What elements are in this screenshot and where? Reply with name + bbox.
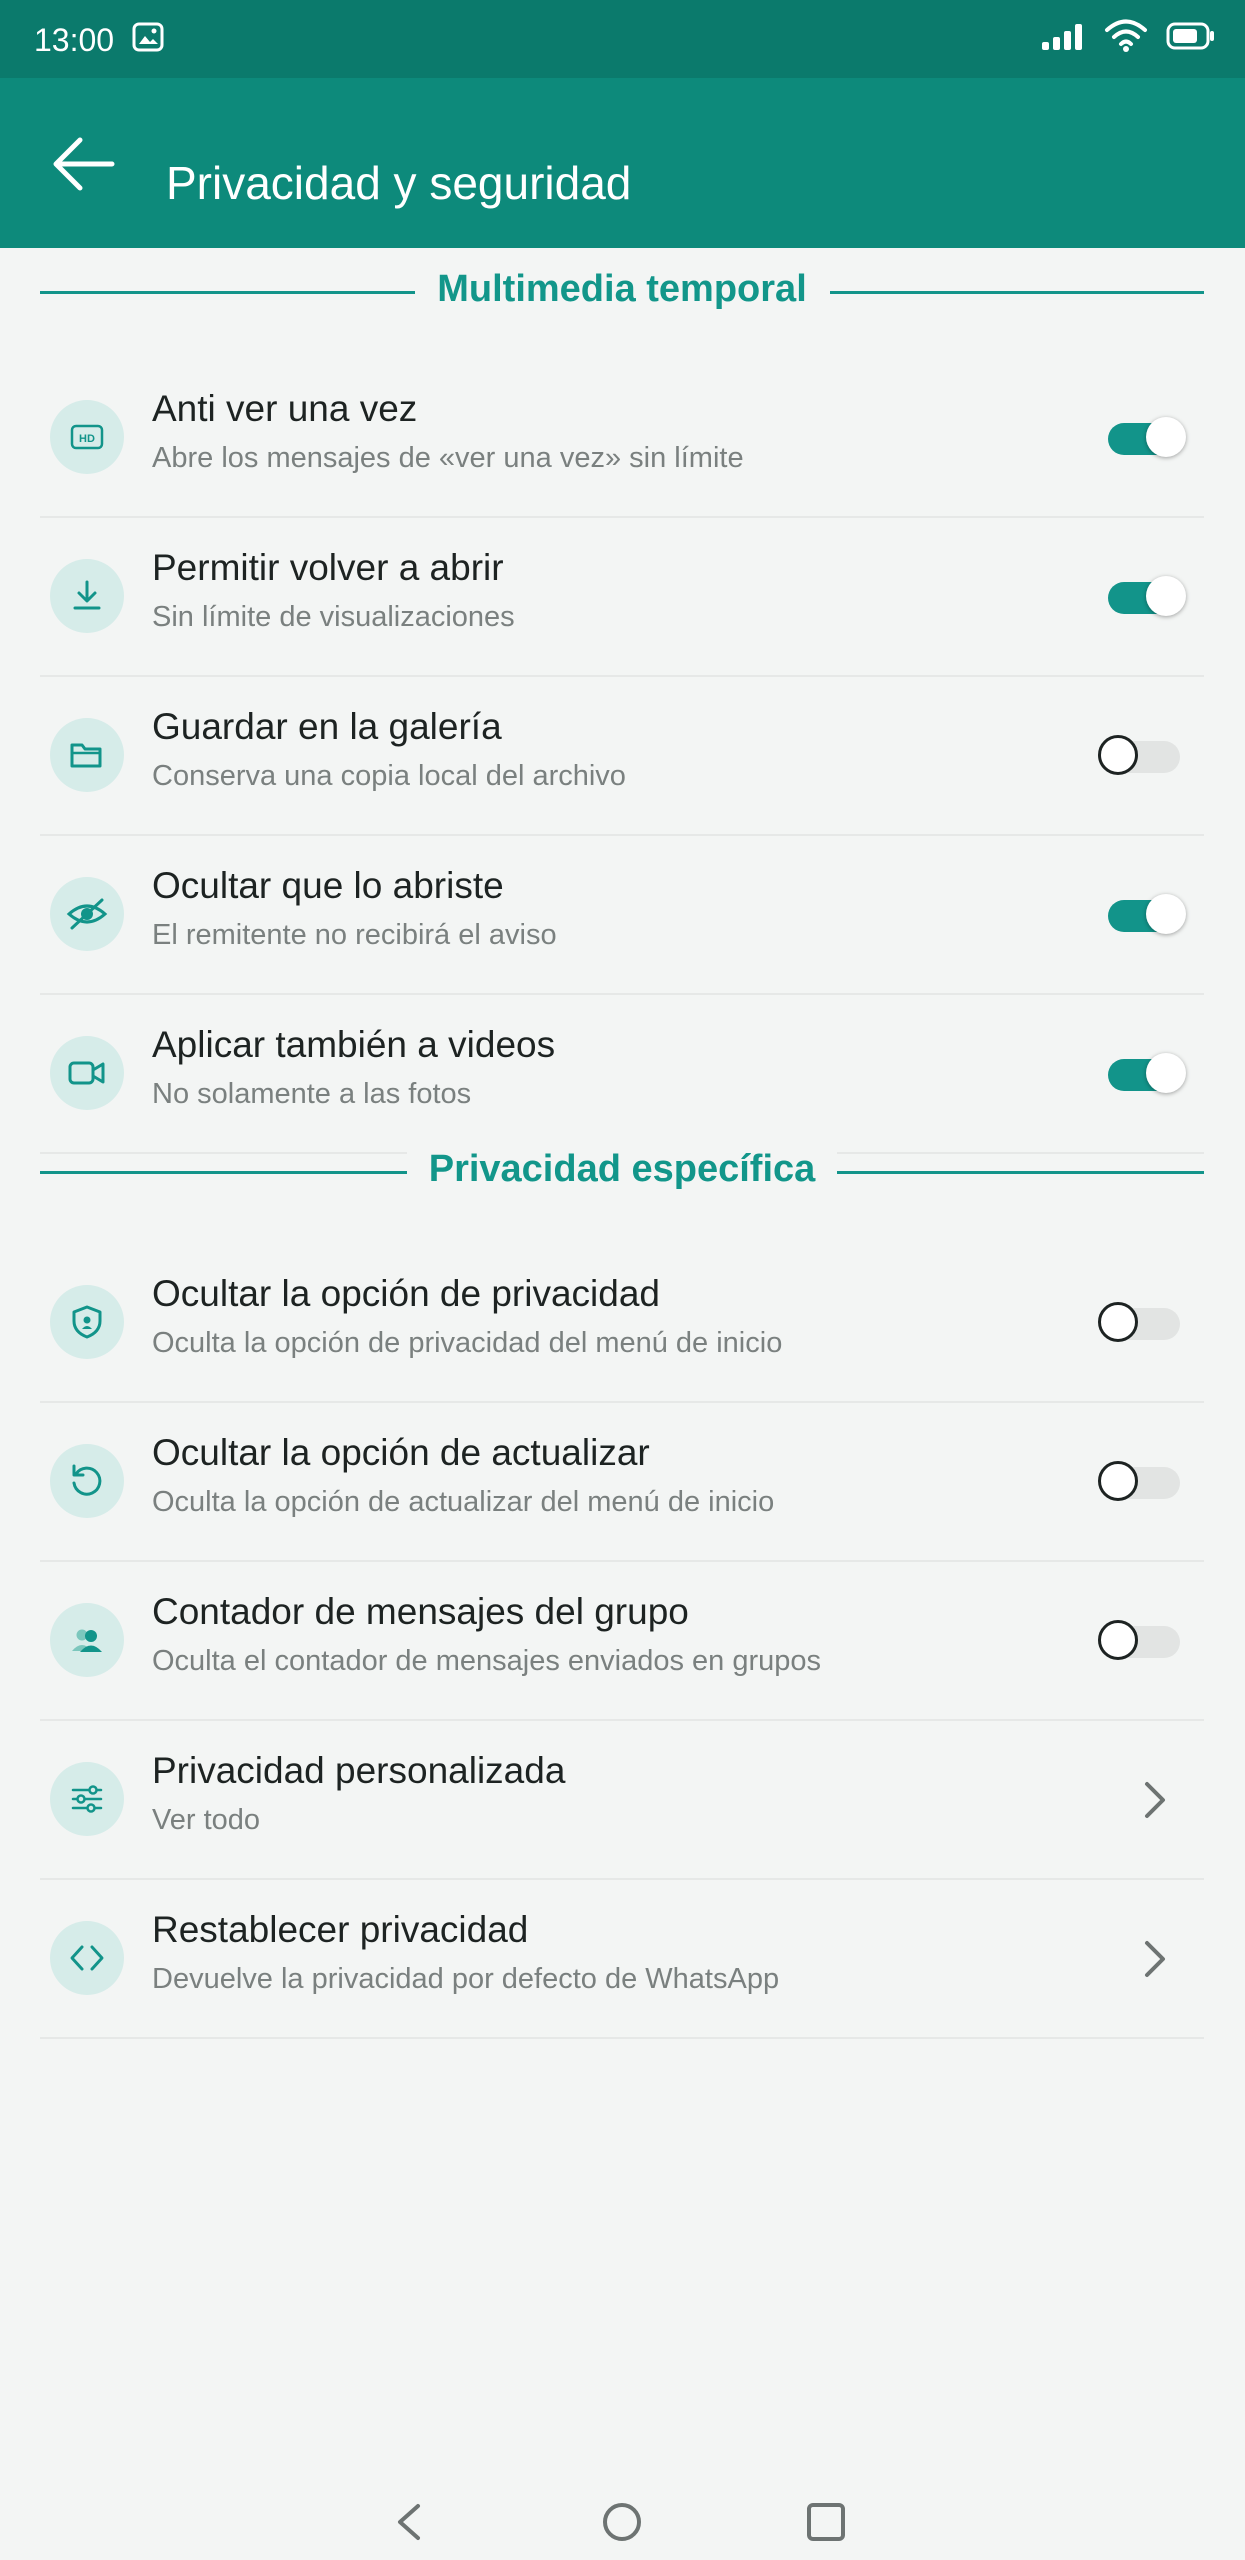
setting-row-save-gallery[interactable]: Guardar en la galería Conserva una copia… bbox=[40, 676, 1204, 836]
app-bar: Privacidad y seguridad bbox=[0, 78, 1245, 248]
setting-row-hide-update-option[interactable]: Ocultar la opción de actualizar Oculta l… bbox=[40, 1402, 1204, 1562]
shield-icon bbox=[50, 1285, 124, 1359]
save-gallery-toggle[interactable] bbox=[1098, 735, 1188, 776]
status-time: 13:00 bbox=[34, 22, 115, 58]
page-title: Privacidad y seguridad bbox=[166, 157, 632, 209]
refresh-icon bbox=[50, 1444, 124, 1518]
svg-text:HD: HD bbox=[79, 433, 95, 445]
setting-row-allow-reopen[interactable]: Permitir volver a abrir Sin límite de vi… bbox=[40, 517, 1204, 677]
group-icon bbox=[50, 1603, 124, 1677]
setting-title: Contador de mensajes del grupo bbox=[152, 1591, 689, 1632]
nav-recents-icon[interactable] bbox=[804, 2500, 848, 2544]
setting-subtitle: No solamente a las fotos bbox=[152, 1078, 472, 1110]
setting-row-hide-opened[interactable]: Ocultar que lo abriste El remitente no r… bbox=[40, 835, 1204, 995]
section-title: Multimedia temporal bbox=[415, 268, 829, 310]
section-header-especifica: Privacidad específica bbox=[40, 1142, 1204, 1202]
image-notification-icon bbox=[132, 22, 164, 52]
setting-subtitle: Ver todo bbox=[152, 1804, 261, 1836]
section-header-temporal: Multimedia temporal bbox=[40, 262, 1204, 322]
anti-view-once-toggle[interactable] bbox=[1102, 417, 1188, 458]
setting-subtitle: Oculta el contador de mensajes enviados … bbox=[152, 1645, 822, 1677]
nav-home-icon[interactable] bbox=[600, 2500, 644, 2544]
setting-title: Anti ver una vez bbox=[152, 388, 418, 429]
setting-title: Permitir volver a abrir bbox=[152, 547, 504, 588]
code-icon bbox=[50, 1921, 124, 1995]
setting-title: Aplicar también a videos bbox=[152, 1024, 556, 1065]
wifi-icon bbox=[1105, 19, 1147, 52]
setting-title: Ocultar la opción de actualizar bbox=[152, 1432, 650, 1473]
chevron-right-icon bbox=[1145, 1941, 1165, 1977]
setting-title: Ocultar que lo abriste bbox=[152, 865, 504, 906]
setting-subtitle: Conserva una copia local del archivo bbox=[152, 760, 626, 792]
apply-videos-toggle[interactable] bbox=[1102, 1053, 1188, 1094]
chevron-right-icon bbox=[1145, 1782, 1165, 1818]
sliders-icon bbox=[50, 1762, 124, 1836]
setting-subtitle: El remitente no recibirá el aviso bbox=[152, 919, 557, 951]
setting-row-hide-privacy-option[interactable]: Ocultar la opción de privacidad Oculta l… bbox=[40, 1243, 1204, 1403]
setting-subtitle: Oculta la opción de privacidad del menú … bbox=[152, 1327, 783, 1359]
setting-row-apply-videos[interactable]: Aplicar también a videos No solamente a … bbox=[40, 994, 1204, 1154]
setting-title: Guardar en la galería bbox=[152, 706, 502, 747]
battery-icon bbox=[1166, 22, 1214, 50]
setting-subtitle: Oculta la opción de actualizar del menú … bbox=[152, 1486, 775, 1518]
setting-title: Privacidad personalizada bbox=[152, 1750, 566, 1791]
group-counter-toggle[interactable] bbox=[1098, 1620, 1188, 1661]
status-bar: 13:00 bbox=[0, 0, 1245, 78]
setting-row-anti-view-once[interactable]: HD Anti ver una vez Abre los mensajes de… bbox=[40, 358, 1204, 518]
allow-reopen-toggle[interactable] bbox=[1102, 576, 1188, 617]
setting-subtitle: Abre los mensajes de «ver una vez» sin l… bbox=[152, 442, 744, 474]
hide-opened-toggle[interactable] bbox=[1102, 894, 1188, 935]
setting-row-custom-privacy[interactable]: Privacidad personalizada Ver todo bbox=[40, 1720, 1204, 1880]
folder-icon bbox=[50, 718, 124, 792]
setting-row-reset-privacy[interactable]: Restablecer privacidad Devuelve la priva… bbox=[40, 1879, 1204, 2039]
eye-off-icon bbox=[50, 877, 124, 951]
setting-title: Restablecer privacidad bbox=[152, 1909, 529, 1950]
back-arrow-icon[interactable] bbox=[50, 130, 118, 198]
hd-icon: HD bbox=[50, 400, 124, 474]
setting-row-group-counter[interactable]: Contador de mensajes del grupo Oculta el… bbox=[40, 1561, 1204, 1721]
setting-subtitle: Devuelve la privacidad por defecto de Wh… bbox=[152, 1963, 780, 1995]
video-icon bbox=[50, 1036, 124, 1110]
section-title: Privacidad específica bbox=[406, 1148, 838, 1190]
hide-update-option-toggle[interactable] bbox=[1098, 1461, 1188, 1502]
nav-back-icon[interactable] bbox=[388, 2500, 428, 2544]
setting-title: Ocultar la opción de privacidad bbox=[152, 1273, 661, 1314]
hide-privacy-option-toggle[interactable] bbox=[1098, 1302, 1188, 1343]
download-icon bbox=[50, 559, 124, 633]
setting-subtitle: Sin límite de visualizaciones bbox=[152, 601, 515, 633]
signal-icon bbox=[1042, 24, 1082, 50]
